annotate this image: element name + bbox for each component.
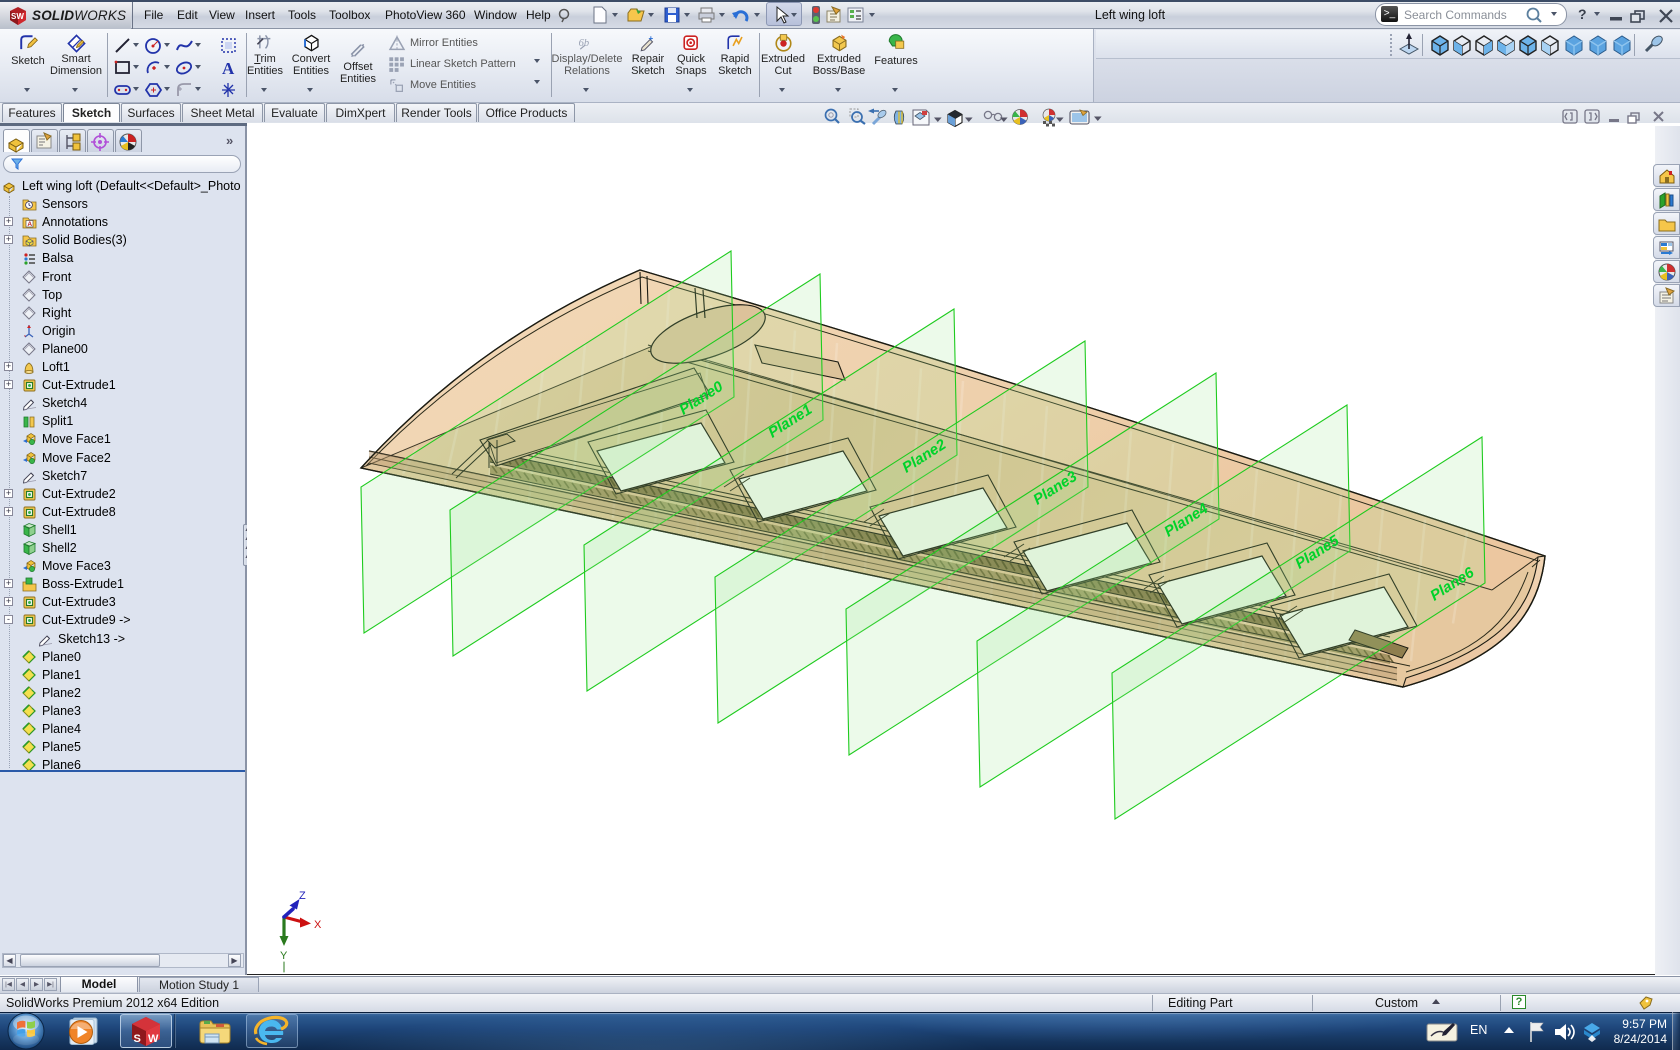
svg-text:A: A xyxy=(222,59,235,77)
svg-text:Y: Y xyxy=(280,950,288,962)
svg-text:X: X xyxy=(314,919,322,931)
svg-text:+: + xyxy=(649,34,654,43)
svg-text:6b: 6b xyxy=(579,38,590,49)
svg-text:A: A xyxy=(27,221,32,228)
svg-text:Z: Z xyxy=(299,890,306,902)
svg-text:SW: SW xyxy=(11,12,24,21)
svg-text:S: S xyxy=(134,1033,141,1045)
svg-text:W: W xyxy=(148,1033,159,1045)
